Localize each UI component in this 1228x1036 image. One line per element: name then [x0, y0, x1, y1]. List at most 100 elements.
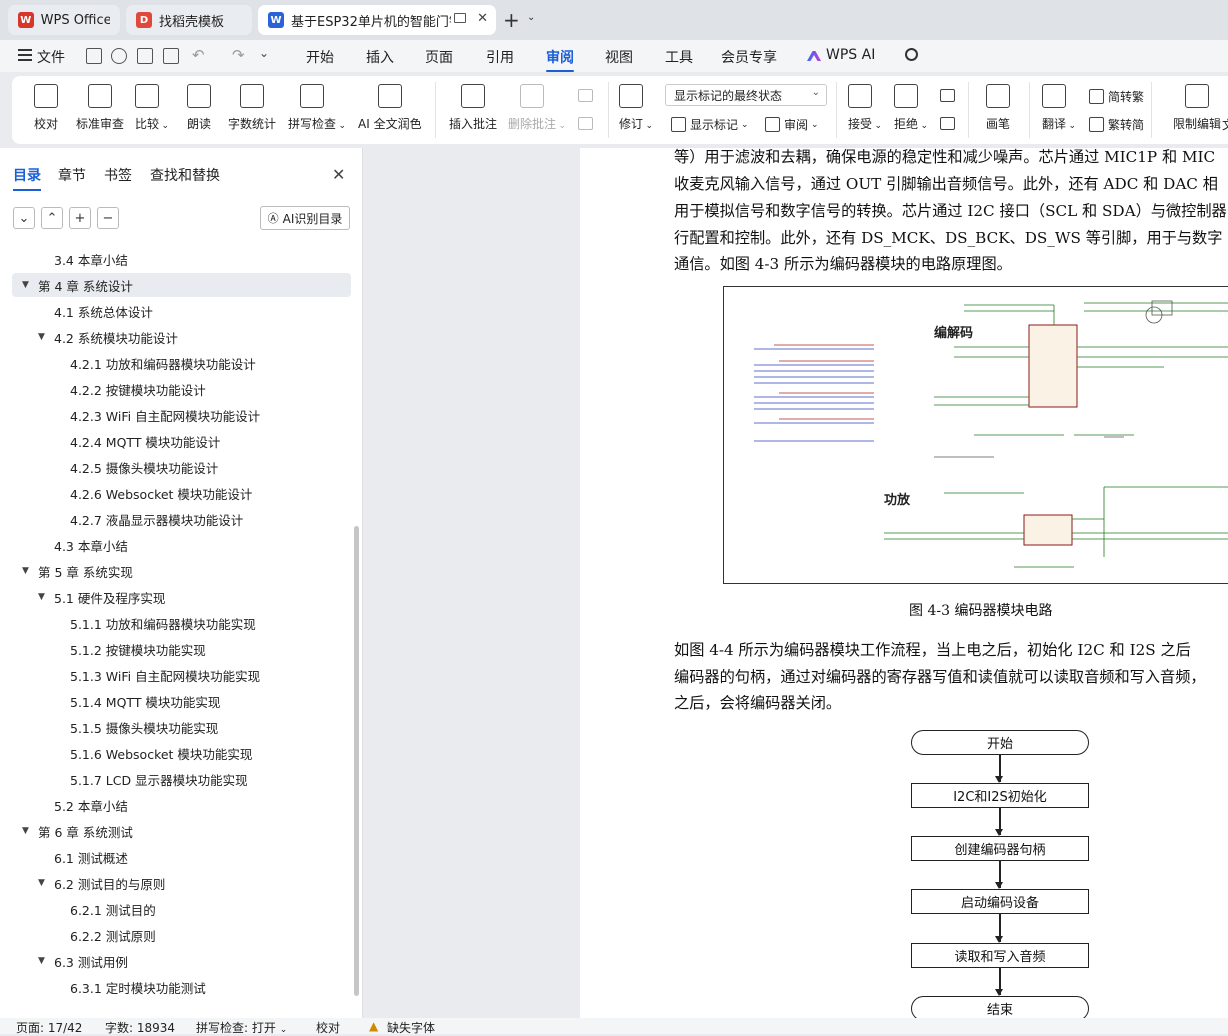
- toc-item[interactable]: ▼ 第 4 章 系统设计: [12, 273, 351, 297]
- toc-item[interactable]: ▼ 第 6 章 系统测试: [12, 819, 351, 843]
- restrict-edit-button[interactable]: 限制编辑: [1173, 84, 1221, 132]
- menu-review[interactable]: 审阅: [546, 47, 574, 72]
- toc-item[interactable]: ▼ 第 5 章 系统实现: [12, 559, 351, 583]
- hamburger-icon[interactable]: [18, 49, 32, 61]
- collapse-up-button[interactable]: ⌃: [41, 207, 63, 229]
- tab-toc[interactable]: 目录: [13, 165, 41, 191]
- page-indicator[interactable]: 页面: 17/42: [16, 1019, 82, 1036]
- delete-comment-button[interactable]: 删除批注 ⌄: [508, 84, 566, 132]
- menu-reference[interactable]: 引用: [486, 47, 514, 67]
- spell-check-button[interactable]: 拼写检查 ⌄: [288, 84, 346, 132]
- menu-wps-ai[interactable]: WPS AI: [826, 47, 875, 63]
- toc-item[interactable]: 4.3 本章小结: [12, 533, 351, 557]
- proofread-status[interactable]: 校对: [316, 1019, 340, 1036]
- tab-bookmarks[interactable]: 书签: [104, 165, 132, 185]
- menu-page[interactable]: 页面: [425, 47, 453, 67]
- toc-item[interactable]: 6.2.1 测试目的: [12, 897, 351, 921]
- expand-toggle-icon[interactable]: ▼: [38, 592, 45, 602]
- toc-item[interactable]: 4.2.5 摄像头模块功能设计: [12, 455, 351, 479]
- new-tab-icon[interactable]: +: [503, 8, 520, 32]
- show-markup-button[interactable]: 显示标记 ⌄: [671, 116, 749, 133]
- toc-item[interactable]: 6.1 测试概述: [12, 845, 351, 869]
- tab-find-replace[interactable]: 查找和替换: [150, 165, 220, 185]
- toc-item[interactable]: 4.1 系统总体设计: [12, 299, 351, 323]
- doc-protect-button[interactable]: 文: [1222, 116, 1228, 133]
- expand-toggle-icon[interactable]: ▼: [22, 566, 29, 576]
- spell-check-status[interactable]: 拼写检查: 打开 ⌄: [196, 1019, 287, 1036]
- toc-item[interactable]: ▼ 6.2 测试目的与原则: [12, 871, 351, 895]
- tab-document[interactable]: W 基于ESP32单片机的智能门铃 ✕: [258, 5, 496, 35]
- ai-polish-button[interactable]: AI 全文润色: [358, 84, 422, 132]
- toc-item[interactable]: 5.1.1 功放和编码器模块功能实现: [12, 611, 351, 635]
- menu-home[interactable]: 开始: [306, 47, 334, 67]
- toc-item[interactable]: 5.2 本章小结: [12, 793, 351, 817]
- tab-wps-office[interactable]: W WPS Office: [8, 5, 120, 35]
- toc-item[interactable]: ▼ 5.1 硬件及程序实现: [12, 585, 351, 609]
- expand-toggle-icon[interactable]: ▼: [38, 878, 45, 888]
- accept-button[interactable]: 接受 ⌄: [848, 84, 882, 132]
- remove-heading-button[interactable]: −: [97, 207, 119, 229]
- track-changes-button[interactable]: 修订 ⌄: [619, 84, 653, 132]
- prev-comment-icon[interactable]: [578, 89, 593, 102]
- menu-member[interactable]: 会员专享: [721, 47, 777, 67]
- toc-item[interactable]: 6.2.2 测试原则: [12, 923, 351, 947]
- toc-item[interactable]: 5.1.5 摄像头模块功能实现: [12, 715, 351, 739]
- close-icon[interactable]: ✕: [477, 11, 488, 26]
- tab-docer-templates[interactable]: D 找稻壳模板: [126, 5, 252, 35]
- translate-button[interactable]: 翻译 ⌄: [1042, 84, 1076, 132]
- toc-item[interactable]: 4.2.2 按键模块功能设计: [12, 377, 351, 401]
- read-aloud-button[interactable]: 朗读: [187, 84, 211, 132]
- print-preview-icon[interactable]: [163, 48, 179, 64]
- ai-recognize-toc-button[interactable]: Ⓐ AI识别目录: [260, 206, 350, 230]
- markup-display-select[interactable]: 显示标记的最终状态 ⌄: [665, 84, 827, 106]
- toc-item[interactable]: 6.3.1 定时模块功能测试: [12, 975, 351, 999]
- word-count-button[interactable]: 字数统计: [228, 84, 276, 132]
- menu-insert[interactable]: 插入: [366, 47, 394, 67]
- share-icon[interactable]: [111, 48, 127, 64]
- search-icon[interactable]: [905, 48, 918, 61]
- tab-sections[interactable]: 章节: [58, 165, 86, 185]
- chevron-down-icon[interactable]: ⌄: [527, 12, 535, 23]
- toc-item[interactable]: 4.2.7 液晶显示器模块功能设计: [12, 507, 351, 531]
- toc-item[interactable]: 5.1.2 按键模块功能实现: [12, 637, 351, 661]
- undo-icon[interactable]: ↶: [192, 46, 205, 64]
- next-comment-icon[interactable]: [578, 117, 593, 130]
- trad-to-simp-button[interactable]: 繁转简: [1089, 116, 1144, 133]
- close-icon[interactable]: ✕: [332, 165, 345, 184]
- add-heading-button[interactable]: +: [69, 207, 91, 229]
- save-icon[interactable]: [86, 48, 102, 64]
- missing-font-status[interactable]: 缺失字体: [387, 1019, 435, 1036]
- toc-item[interactable]: 5.1.4 MQTT 模块功能实现: [12, 689, 351, 713]
- toc-item[interactable]: ▼ 6.3 测试用例: [12, 949, 351, 973]
- simp-to-trad-button[interactable]: 简转繁: [1089, 88, 1144, 105]
- word-count[interactable]: 字数: 18934: [105, 1019, 175, 1036]
- toc-item[interactable]: 5.1.3 WiFi 自主配网模块功能实现: [12, 663, 351, 687]
- file-menu[interactable]: 文件: [37, 47, 65, 67]
- toc-item[interactable]: 5.1.7 LCD 显示器模块功能实现: [12, 767, 351, 791]
- expand-toggle-icon[interactable]: ▼: [38, 956, 45, 966]
- prev-change-icon[interactable]: [940, 89, 955, 102]
- toc-item[interactable]: 4.2.4 MQTT 模块功能设计: [12, 429, 351, 453]
- toc-item[interactable]: 3.4 本章小结: [12, 247, 351, 271]
- insert-comment-button[interactable]: 插入批注: [449, 84, 497, 132]
- toc-item[interactable]: 5.1.6 Websocket 模块功能实现: [12, 741, 351, 765]
- collapse-down-button[interactable]: ⌄: [13, 207, 35, 229]
- toc-item[interactable]: ▼ 4.2 系统模块功能设计: [12, 325, 351, 349]
- pen-button[interactable]: 画笔: [986, 84, 1010, 132]
- next-change-icon[interactable]: [940, 117, 955, 130]
- standard-review-button[interactable]: 标准审查: [76, 84, 124, 132]
- menu-tools[interactable]: 工具: [665, 47, 693, 67]
- expand-toggle-icon[interactable]: ▼: [22, 280, 29, 290]
- reject-button[interactable]: 拒绝 ⌄: [894, 84, 928, 132]
- expand-toggle-icon[interactable]: ▼: [38, 332, 45, 342]
- compare-button[interactable]: 比较 ⌄: [135, 84, 169, 132]
- review-pane-button[interactable]: 审阅 ⌄: [765, 116, 819, 133]
- toc-item[interactable]: 4.2.3 WiFi 自主配网模块功能设计: [12, 403, 351, 427]
- toc-item[interactable]: 4.2.1 功放和编码器模块功能设计: [12, 351, 351, 375]
- menu-view[interactable]: 视图: [605, 47, 633, 67]
- expand-toggle-icon[interactable]: ▼: [22, 826, 29, 836]
- scrollbar[interactable]: [354, 526, 359, 996]
- print-icon[interactable]: [137, 48, 153, 64]
- toc-item[interactable]: 4.2.6 Websocket 模块功能设计: [12, 481, 351, 505]
- proofread-button[interactable]: 校对: [34, 84, 58, 132]
